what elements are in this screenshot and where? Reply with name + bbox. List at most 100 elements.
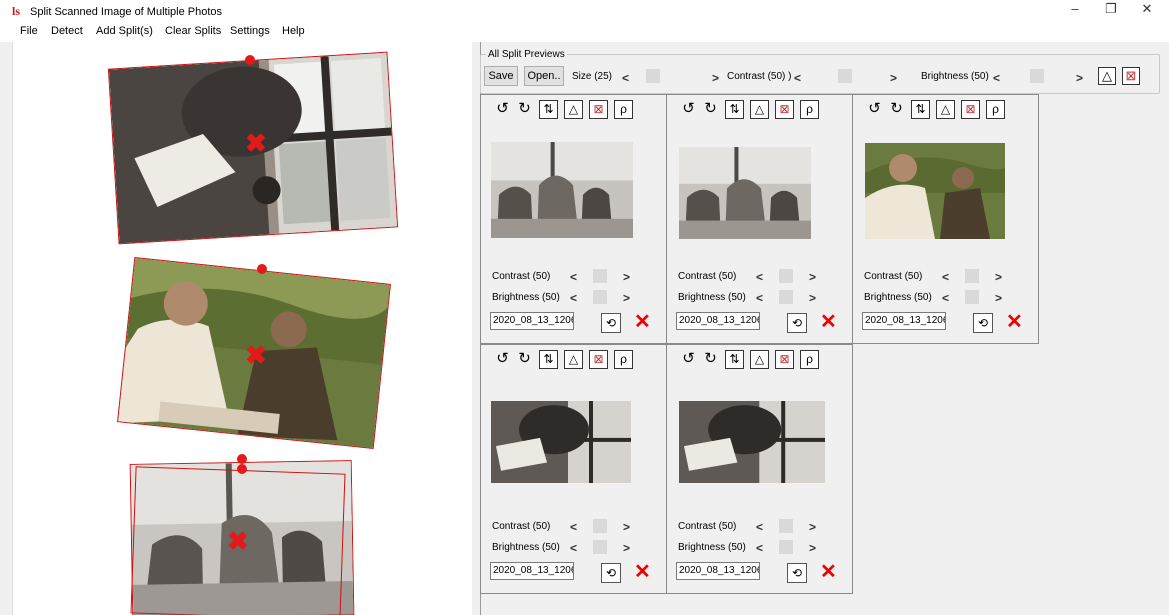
lens-icon[interactable]: ρ — [614, 100, 633, 119]
size-scroll-right[interactable]: > — [712, 71, 719, 85]
preview-brightness-left[interactable]: < — [942, 291, 949, 305]
restore-button[interactable]: ❐ — [1094, 0, 1128, 18]
rotate-right-icon[interactable]: ↻ — [701, 100, 720, 119]
rotate-handle-2[interactable] — [257, 264, 267, 274]
delete-split-button[interactable]: ✕ — [634, 312, 651, 332]
preview-contrast-right[interactable]: > — [623, 520, 630, 534]
reset-icon[interactable]: ⟲ — [787, 563, 807, 583]
split-marker-2[interactable]: ✖ — [245, 342, 267, 368]
open-button[interactable]: Open.. — [524, 66, 564, 86]
lens-icon[interactable]: ρ — [614, 350, 633, 369]
filename-input[interactable]: 2020_08_13_120646_ — [862, 312, 946, 330]
brightness-scroll-right[interactable]: > — [1076, 71, 1083, 85]
flip-icon[interactable]: ⇅ — [911, 100, 930, 119]
triangle-icon[interactable]: △ — [936, 100, 955, 119]
preview-contrast-left[interactable]: < — [756, 270, 763, 284]
rotate-left-icon[interactable]: ↺ — [679, 350, 698, 369]
triangle-off-icon[interactable]: ⊠ — [961, 100, 980, 119]
save-button[interactable]: Save — [484, 66, 518, 86]
triangle-icon[interactable]: △ — [564, 350, 583, 369]
rotate-handle-4[interactable] — [237, 464, 247, 474]
rotate-left-icon[interactable]: ↺ — [493, 100, 512, 119]
triangle-icon[interactable]: △ — [564, 100, 583, 119]
rotate-right-icon[interactable]: ↻ — [515, 350, 534, 369]
triangle-off-icon[interactable]: ⊠ — [589, 350, 608, 369]
preview-contrast-thumb[interactable] — [593, 519, 607, 533]
preview-brightness-right[interactable]: > — [623, 291, 630, 305]
triangle-icon[interactable]: △ — [1098, 67, 1116, 85]
rotate-right-icon[interactable]: ↻ — [515, 100, 534, 119]
menu-settings[interactable]: Settings — [230, 25, 270, 37]
rotate-right-icon[interactable]: ↻ — [887, 100, 906, 119]
scan-canvas[interactable]: ✖ ✖ ✖ — [12, 42, 472, 615]
size-slider-thumb[interactable] — [646, 69, 660, 83]
flip-icon[interactable]: ⇅ — [725, 100, 744, 119]
reset-icon[interactable]: ⟲ — [601, 313, 621, 333]
split-marker-3[interactable]: ✖ — [227, 528, 249, 554]
delete-split-button[interactable]: ✕ — [820, 312, 837, 332]
preview-contrast-right[interactable]: > — [623, 270, 630, 284]
delete-split-button[interactable]: ✕ — [820, 562, 837, 582]
reset-icon[interactable]: ⟲ — [787, 313, 807, 333]
preview-contrast-left[interactable]: < — [570, 270, 577, 284]
triangle-icon[interactable]: △ — [750, 100, 769, 119]
preview-contrast-thumb[interactable] — [965, 269, 979, 283]
preview-brightness-thumb[interactable] — [779, 290, 793, 304]
menu-detect[interactable]: Detect — [51, 25, 83, 37]
rotate-handle-1[interactable] — [245, 55, 255, 65]
reset-icon[interactable]: ⟲ — [601, 563, 621, 583]
brightness-scroll-left[interactable]: < — [993, 71, 1000, 85]
menu-help[interactable]: Help — [282, 25, 305, 37]
lens-icon[interactable]: ρ — [800, 100, 819, 119]
preview-contrast-thumb[interactable] — [779, 519, 793, 533]
rotate-left-icon[interactable]: ↺ — [679, 100, 698, 119]
preview-brightness-left[interactable]: < — [570, 541, 577, 555]
filename-input[interactable]: 2020_08_13_120646_ — [676, 562, 760, 580]
preview-brightness-right[interactable]: > — [995, 291, 1002, 305]
size-scroll-left[interactable]: < — [622, 71, 629, 85]
preview-contrast-right[interactable]: > — [995, 270, 1002, 284]
split-marker-1[interactable]: ✖ — [245, 130, 267, 156]
rotate-right-icon[interactable]: ↻ — [701, 350, 720, 369]
filename-input[interactable]: 2020_08_13_120646_ — [676, 312, 760, 330]
triangle-off-icon[interactable]: ⊠ — [589, 100, 608, 119]
preview-contrast-left[interactable]: < — [942, 270, 949, 284]
lens-icon[interactable]: ρ — [800, 350, 819, 369]
contrast-slider-thumb[interactable] — [838, 69, 852, 83]
flip-icon[interactable]: ⇅ — [539, 350, 558, 369]
delete-split-button[interactable]: ✕ — [634, 562, 651, 582]
minimize-button[interactable]: – — [1058, 0, 1092, 18]
rotate-left-icon[interactable]: ↺ — [493, 350, 512, 369]
preview-contrast-thumb[interactable] — [779, 269, 793, 283]
triangle-off-icon[interactable]: ⊠ — [1122, 67, 1140, 85]
rotate-left-icon[interactable]: ↺ — [865, 100, 884, 119]
triangle-off-icon[interactable]: ⊠ — [775, 350, 794, 369]
triangle-icon[interactable]: △ — [750, 350, 769, 369]
preview-contrast-right[interactable]: > — [809, 520, 816, 534]
flip-icon[interactable]: ⇅ — [725, 350, 744, 369]
flip-icon[interactable]: ⇅ — [539, 100, 558, 119]
menu-file[interactable]: File — [20, 25, 38, 37]
close-button[interactable]: ✕ — [1130, 0, 1164, 18]
reset-icon[interactable]: ⟲ — [973, 313, 993, 333]
delete-split-button[interactable]: ✕ — [1006, 312, 1023, 332]
preview-brightness-thumb[interactable] — [593, 540, 607, 554]
brightness-slider-thumb[interactable] — [1030, 69, 1044, 83]
contrast-scroll-left[interactable]: < — [794, 71, 801, 85]
preview-brightness-thumb[interactable] — [779, 540, 793, 554]
preview-contrast-thumb[interactable] — [593, 269, 607, 283]
preview-contrast-left[interactable]: < — [756, 520, 763, 534]
triangle-off-icon[interactable]: ⊠ — [775, 100, 794, 119]
preview-brightness-right[interactable]: > — [809, 541, 816, 555]
preview-brightness-left[interactable]: < — [756, 291, 763, 305]
preview-brightness-thumb[interactable] — [593, 290, 607, 304]
preview-brightness-left[interactable]: < — [756, 541, 763, 555]
preview-brightness-thumb[interactable] — [965, 290, 979, 304]
menu-clear-splits[interactable]: Clear Splits — [165, 25, 221, 37]
preview-contrast-right[interactable]: > — [809, 270, 816, 284]
filename-input[interactable]: 2020_08_13_120646_ — [490, 312, 574, 330]
filename-input[interactable]: 2020_08_13_120646_ — [490, 562, 574, 580]
preview-brightness-right[interactable]: > — [809, 291, 816, 305]
preview-contrast-left[interactable]: < — [570, 520, 577, 534]
lens-icon[interactable]: ρ — [986, 100, 1005, 119]
